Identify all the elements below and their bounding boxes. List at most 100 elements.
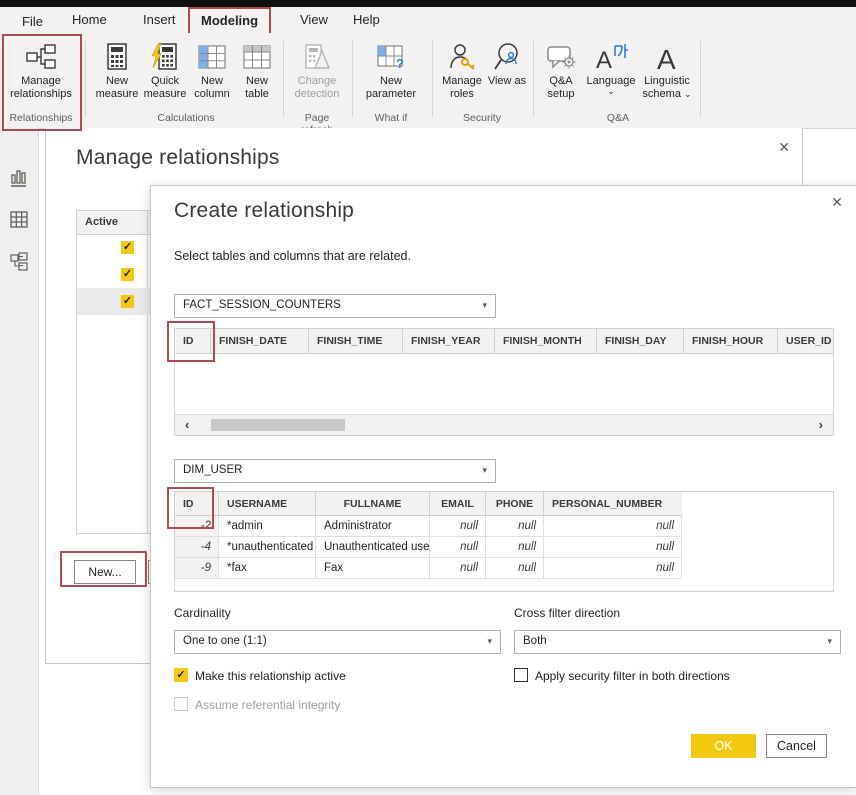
cancel-button[interactable]: Cancel: [766, 734, 827, 758]
active-checkbox[interactable]: ✓: [121, 268, 134, 281]
svg-text:A: A: [657, 44, 676, 72]
manage-roles-button[interactable]: Manage roles: [437, 39, 487, 101]
table1-col-header[interactable]: FINISH_YEAR: [403, 329, 495, 353]
close-icon[interactable]: ✕: [778, 140, 790, 154]
menu-insert[interactable]: Insert: [143, 12, 176, 27]
dropdown-caret-icon: ▾: [827, 636, 832, 647]
cardinality-select[interactable]: One to one (1:1) ▾: [174, 630, 501, 654]
table2-col-header[interactable]: PHONE: [486, 492, 544, 516]
new-parameter-icon: ?: [376, 39, 406, 75]
chevron-down-icon: ⌄: [607, 88, 615, 95]
table2-select[interactable]: DIM_USER ▾: [174, 459, 496, 483]
cross-filter-select[interactable]: Both ▾: [514, 630, 841, 654]
svg-text:A: A: [596, 47, 612, 72]
new-table-label: New table: [235, 75, 279, 101]
close-icon[interactable]: ✕: [831, 195, 843, 209]
table1-col-header[interactable]: ID: [175, 329, 211, 353]
scroll-left-icon[interactable]: ‹: [185, 417, 189, 432]
quick-measure-button[interactable]: Quick measure: [141, 39, 189, 101]
group-divider: [533, 41, 534, 117]
table1-col-header[interactable]: FINISH_DAY: [597, 329, 684, 353]
change-detection-icon: [302, 39, 332, 75]
dropdown-caret-icon: ▾: [487, 636, 492, 647]
active-checkbox[interactable]: ✓: [121, 241, 134, 254]
table1-col-header[interactable]: FINISH_DATE: [211, 329, 309, 353]
new-parameter-label: New parameter: [360, 75, 422, 101]
change-detection-label: Change detection: [288, 75, 346, 101]
view-sidebar: [0, 128, 39, 795]
data-view-icon[interactable]: [9, 210, 29, 230]
make-active-label[interactable]: Make this relationship active: [195, 669, 346, 683]
table1-col-header[interactable]: FINISH_MONTH: [495, 329, 597, 353]
view-as-icon: [493, 39, 521, 75]
qa-setup-button[interactable]: Q&A setup: [539, 39, 583, 101]
referential-integrity-checkbox: [174, 697, 188, 711]
group-divider: [352, 41, 353, 117]
menu-view[interactable]: View: [300, 12, 328, 27]
scroll-right-icon[interactable]: ›: [819, 417, 823, 432]
quick-measure-label: Quick measure: [141, 75, 189, 101]
scrollbar-thumb[interactable]: [211, 419, 345, 431]
table1-grid: ID FINISH_DATE FINISH_TIME FINISH_YEAR F…: [174, 328, 834, 436]
ok-button[interactable]: OK: [691, 734, 756, 758]
manage-relationships-label: Manage relationships: [4, 75, 78, 101]
window-titlebar: [0, 0, 856, 7]
manage-roles-label: Manage roles: [437, 75, 487, 101]
group-divider: [85, 41, 86, 117]
table2-row[interactable]: -4 *unauthenticated Unauthenticated user…: [175, 537, 833, 558]
active-checkbox[interactable]: ✓: [121, 295, 134, 308]
linguistic-schema-label: Linguistic schema ⌄: [637, 75, 697, 101]
group-divider: [283, 41, 284, 117]
new-column-button[interactable]: New column: [189, 39, 235, 101]
table1-col-header[interactable]: FINISH_TIME: [309, 329, 403, 353]
table1-col-header[interactable]: FINISH_HOUR: [684, 329, 778, 353]
linguistic-schema-button[interactable]: A Linguistic schema ⌄: [637, 39, 697, 101]
security-filter-label[interactable]: Apply security filter in both directions: [535, 669, 730, 683]
cell-fullname: Administrator: [316, 516, 430, 537]
table1-horizontal-scrollbar[interactable]: ‹ ›: [175, 414, 833, 435]
table2-col-header[interactable]: EMAIL: [430, 492, 486, 516]
group-label-qa: Q&A: [539, 112, 697, 124]
table1-header-row: ID FINISH_DATE FINISH_TIME FINISH_YEAR F…: [175, 329, 833, 354]
menu-modeling[interactable]: Modeling: [188, 7, 271, 36]
create-dialog-subtitle: Select tables and columns that are relat…: [174, 249, 411, 263]
cell-username: *admin: [219, 516, 316, 537]
table1-select[interactable]: FACT_SESSION_COUNTERS ▾: [174, 294, 496, 318]
linguistic-schema-icon: A: [654, 39, 680, 75]
security-filter-checkbox[interactable]: [514, 668, 528, 682]
table2-col-header[interactable]: FULLNAME: [316, 492, 430, 516]
language-button[interactable]: A Language ⌄: [585, 39, 637, 95]
powerbi-window: File Home Insert Modeling View Help Mana…: [0, 0, 856, 795]
table2-col-header[interactable]: PERSONAL_NUMBER: [544, 492, 682, 516]
manage-relationships-button[interactable]: Manage relationships: [4, 39, 78, 101]
new-relationship-button[interactable]: New...: [74, 560, 136, 584]
view-as-label: View as: [488, 75, 526, 88]
table2-row[interactable]: -9 *fax Fax null null null: [175, 558, 833, 579]
table1-selected-value: FACT_SESSION_COUNTERS: [183, 299, 341, 311]
menu-help[interactable]: Help: [353, 12, 380, 27]
language-icon: A: [594, 39, 628, 75]
view-as-button[interactable]: View as: [487, 39, 527, 88]
table1-col-header[interactable]: USER_ID: [778, 329, 833, 353]
new-parameter-button[interactable]: ? New parameter: [360, 39, 422, 101]
cell-phone: null: [486, 516, 544, 537]
cell-personal-number: null: [544, 558, 682, 579]
ribbon: Manage relationships Relationships New m…: [0, 33, 856, 129]
table2-col-header[interactable]: USERNAME: [219, 492, 316, 516]
table2-row[interactable]: -2 *admin Administrator null null null: [175, 516, 833, 537]
menu-file[interactable]: File: [22, 14, 43, 29]
model-view-icon[interactable]: [9, 252, 29, 272]
dropdown-caret-icon: ▾: [482, 300, 487, 311]
table2-grid: ID USERNAME FULLNAME EMAIL PHONE PERSONA…: [174, 491, 834, 592]
report-view-icon[interactable]: [9, 168, 29, 188]
cell-id: -9: [175, 558, 219, 579]
make-active-checkbox[interactable]: ✓: [174, 668, 188, 682]
table2-col-header[interactable]: ID: [175, 492, 219, 516]
menu-home[interactable]: Home: [72, 12, 107, 27]
new-table-button[interactable]: New table: [235, 39, 279, 101]
new-measure-button[interactable]: New measure: [93, 39, 141, 101]
calculator-icon: [104, 39, 130, 75]
linguistic-schema-text: Linguistic schema: [642, 75, 690, 100]
group-label-relationships: Relationships: [4, 112, 78, 124]
referential-integrity-label: Assume referential integrity: [195, 698, 340, 712]
